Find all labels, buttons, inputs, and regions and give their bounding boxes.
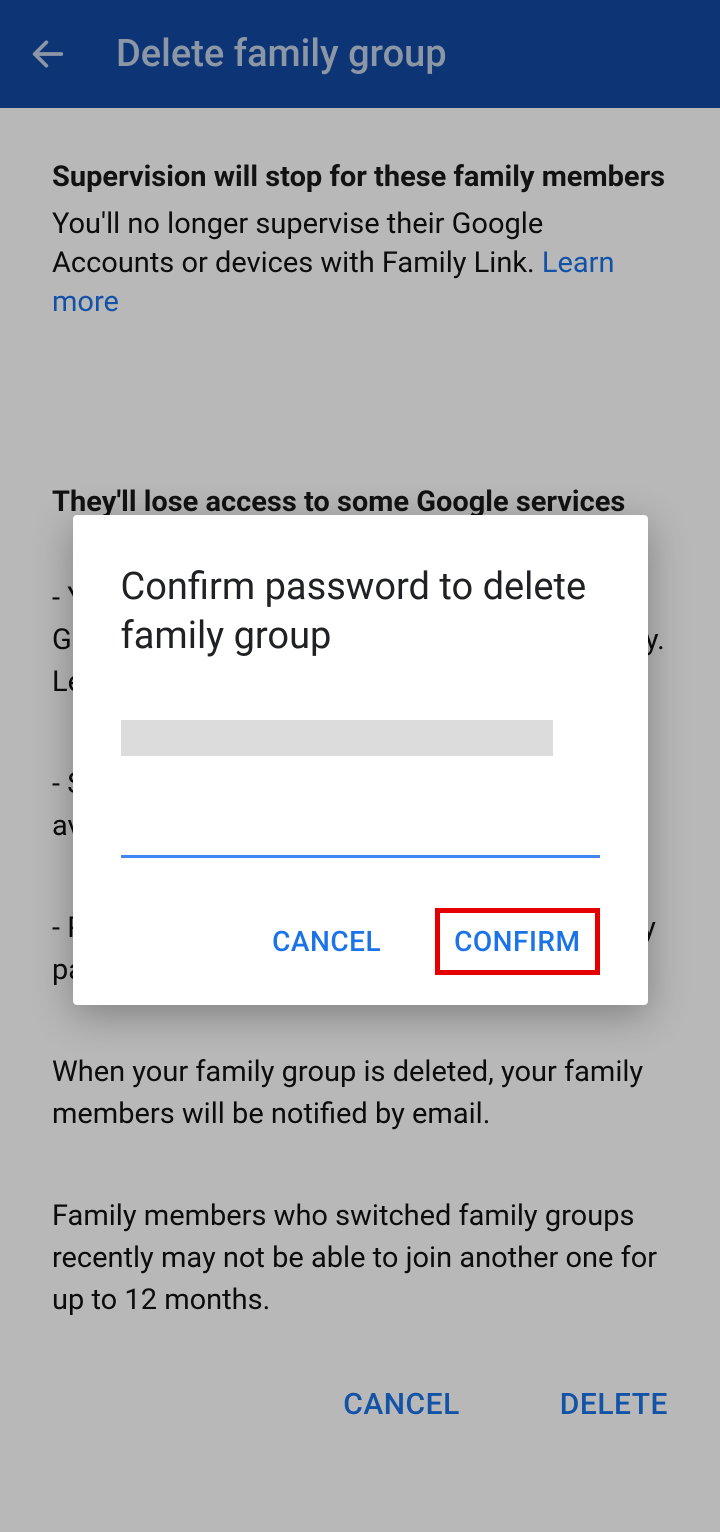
modal-overlay: Confirm password to delete family group … [0,0,720,1532]
redacted-email-bar [121,720,553,756]
dialog-cancel-button[interactable]: CANCEL [254,909,399,974]
password-input[interactable] [121,818,600,858]
confirm-password-dialog: Confirm password to delete family group … [73,515,648,1005]
dialog-confirm-button[interactable]: CONFIRM [435,908,599,975]
dialog-title: Confirm password to delete family group [121,563,600,660]
dialog-buttons: CANCEL CONFIRM [121,908,600,975]
